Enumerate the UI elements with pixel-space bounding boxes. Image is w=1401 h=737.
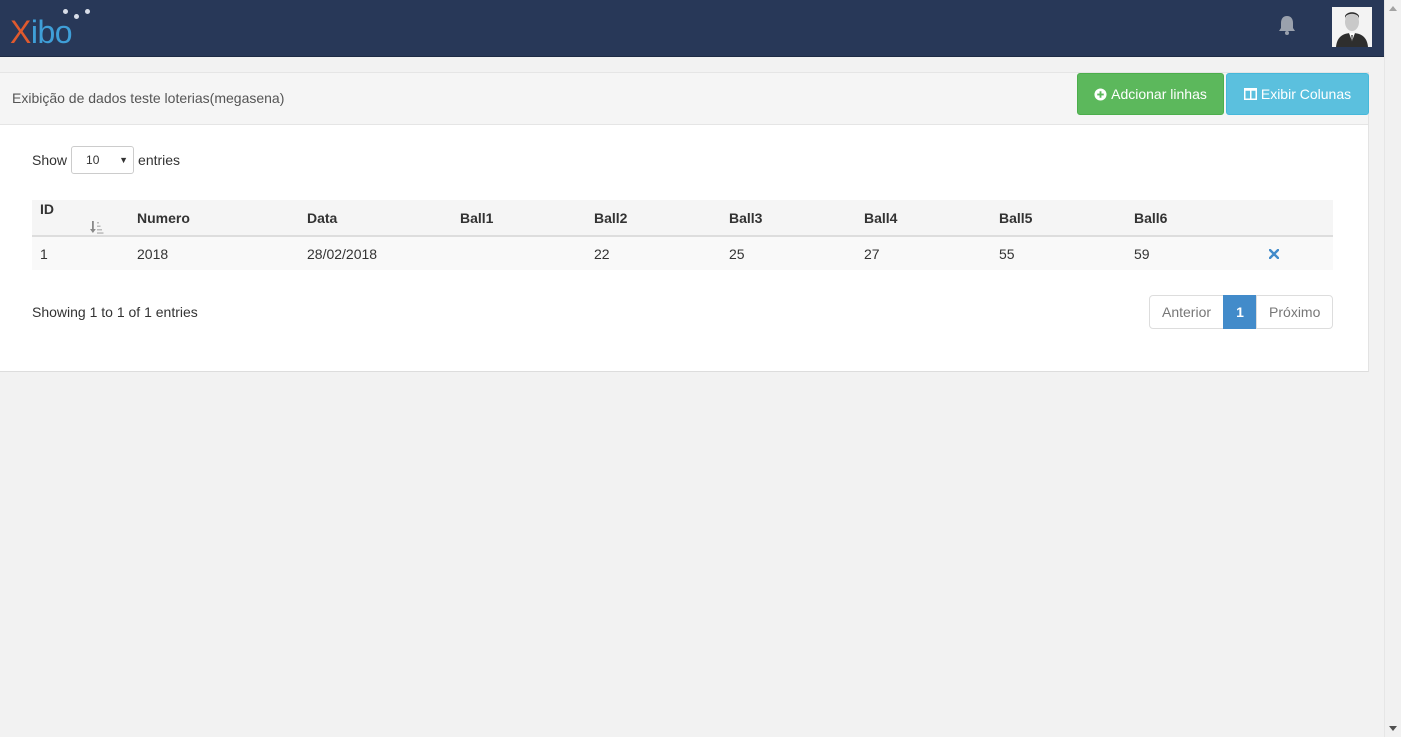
cell-data[interactable]: 28/02/2018 [299,236,452,270]
bell-icon[interactable] [1276,14,1298,36]
column-header-ball3[interactable]: Ball3 [721,200,856,237]
cell-id[interactable]: 1 [32,236,129,270]
table-row: 1 2018 28/02/2018 22 25 27 55 59 [32,236,1333,270]
column-header-ball2[interactable]: Ball2 [586,200,721,237]
prev-page-button[interactable]: Anterior [1149,295,1225,329]
sort-asc-icon [90,220,104,234]
panel-header: Exibição de dados teste loterias(megasen… [0,72,1369,125]
pagination: Anterior 1 Próximo [1149,295,1334,329]
avatar[interactable] [1332,7,1372,47]
column-header-label: ID [40,201,54,218]
column-header-id[interactable]: ID [32,200,129,237]
plus-circle-icon [1094,87,1107,101]
chevron-down-icon: ▼ [119,155,129,165]
column-header-numero[interactable]: Numero [129,200,299,237]
add-rows-label: Adcionar linhas [1111,86,1207,102]
cell-ball5[interactable]: 55 [991,236,1126,270]
times-icon[interactable] [1268,246,1280,262]
top-navbar: Xibo [0,0,1384,57]
logo-dot [63,9,68,14]
logo-text: Xibo [10,14,73,50]
vertical-scrollbar[interactable] [1384,0,1401,737]
entries-label: entries [138,152,181,168]
logo-rest: ibo [30,14,73,50]
cell-ball6[interactable]: 59 [1126,236,1261,270]
show-columns-button[interactable]: Exibir Colunas [1226,73,1369,115]
column-header-ball5[interactable]: Ball5 [991,200,1126,237]
logo-dot [74,14,79,19]
cell-ball3[interactable]: 25 [721,236,856,270]
table-header-row: ID Numero Data Ball1 Ball2 Ball3 Ball4 B… [32,200,1333,237]
cell-ball1[interactable] [452,236,586,270]
columns-icon [1243,88,1257,100]
entries-select-value: 10 [86,153,100,167]
page-button-1[interactable]: 1 [1223,295,1258,329]
next-page-button[interactable]: Próximo [1256,295,1334,329]
scroll-down-icon[interactable] [1389,726,1397,731]
column-header-ball6[interactable]: Ball6 [1126,200,1261,237]
data-table: ID Numero Data Ball1 Ball2 Ball3 Ball4 B… [32,200,1333,270]
show-columns-label: Exibir Colunas [1260,86,1352,102]
cell-ball4[interactable]: 27 [856,236,991,270]
logo-x: X [10,14,31,50]
column-header-data[interactable]: Data [299,200,452,237]
length-menu: Show 10 ▼ entries [32,145,180,175]
data-panel: Exibição de dados teste loterias(megasen… [0,72,1369,372]
cell-ball2[interactable]: 22 [586,236,721,270]
panel-title: Exibição de dados teste loterias(megasen… [12,90,285,106]
scroll-up-icon[interactable] [1389,6,1397,11]
cell-actions [1261,236,1333,270]
column-header-ball4[interactable]: Ball4 [856,200,991,237]
column-header-actions [1261,200,1333,237]
add-rows-button[interactable]: Adcionar linhas [1077,73,1224,115]
column-header-ball1[interactable]: Ball1 [452,200,586,237]
table-info: Showing 1 to 1 of 1 entries [32,304,198,320]
entries-select[interactable]: 10 ▼ [71,146,135,174]
cell-numero[interactable]: 2018 [129,236,299,270]
logo-dot [85,9,90,14]
show-label: Show [32,152,68,168]
xibo-logo[interactable]: Xibo [10,6,90,50]
